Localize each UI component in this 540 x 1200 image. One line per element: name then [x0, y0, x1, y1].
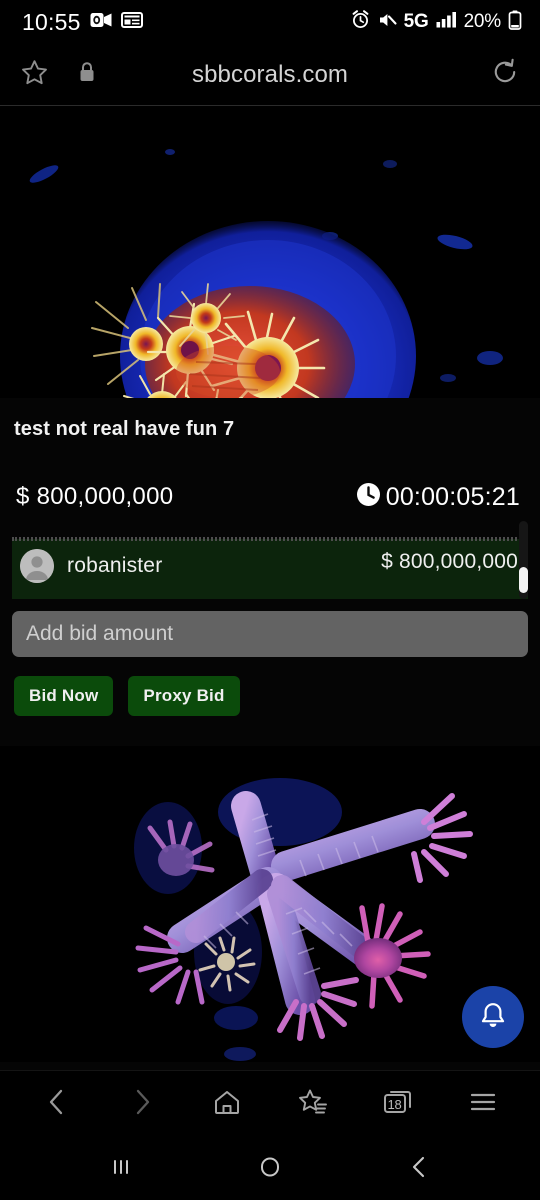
hamburger-menu-icon — [468, 1089, 498, 1118]
bid-row[interactable]: shane admin $ ... — [12, 521, 528, 539]
phone-screen: 10:55 5G 20% sbbcorals.com test not real… — [0, 0, 540, 1200]
alarm-icon — [351, 10, 370, 34]
timer-text: 00:00:05:21 — [385, 482, 520, 511]
android-navigation-bar — [0, 1136, 540, 1200]
bid-history-list[interactable]: shane admin $ ... robanister — [12, 521, 528, 599]
bid-user: robanister — [20, 549, 162, 583]
url-bar-right-controls — [490, 57, 520, 92]
android-recents-button[interactable] — [85, 1142, 157, 1194]
news-app-icon — [120, 11, 143, 34]
network-label: 5G — [403, 11, 429, 32]
listing-card-2: test not real have fun 1 — [0, 762, 540, 1070]
current-price: $ 800,000,000 — [16, 483, 174, 510]
home-icon — [212, 1087, 242, 1120]
battery-percent-label: 20% — [463, 11, 502, 32]
back-chevron-icon — [406, 1153, 432, 1184]
status-bar: 10:55 5G 20% — [0, 0, 540, 44]
bid-row[interactable]: robanister $ 800,000,000 — [12, 539, 528, 599]
price-timer-row: $ 800,000,000 00:00:05:21 — [14, 443, 526, 513]
status-bar-right: 5G 20% — [351, 10, 522, 35]
url-text: sbbcorals.com — [191, 60, 349, 88]
bookmarks-star-icon — [297, 1087, 329, 1120]
android-back-button[interactable] — [383, 1142, 455, 1194]
clock-icon — [355, 481, 382, 513]
lock-icon[interactable] — [77, 60, 97, 89]
browser-menu-button[interactable] — [452, 1077, 514, 1131]
listing-title: test not real have fun 7 — [14, 418, 235, 440]
notifications-fab[interactable] — [462, 986, 524, 1048]
reload-icon[interactable] — [490, 57, 520, 92]
mute-icon — [377, 11, 397, 34]
chevron-left-icon — [44, 1087, 70, 1120]
listing-1-footer-space — [0, 716, 540, 746]
bell-icon — [477, 1000, 509, 1035]
bid-action-buttons: Bid Now Proxy Bid — [0, 657, 540, 716]
listing-separator — [0, 746, 540, 762]
coral-photo-2[interactable] — [0, 762, 540, 1062]
browser-tabs-button[interactable]: 18 — [367, 1077, 429, 1131]
bid-user-name: robanister — [67, 554, 163, 577]
browser-forward-button[interactable] — [111, 1077, 173, 1131]
web-page-content: test not real have fun 7 $ 800,000,000 0… — [0, 106, 540, 1070]
outlook-app-icon — [90, 11, 112, 34]
listing-1-body: test not real have fun 7 $ 800,000,000 0… — [0, 398, 540, 513]
auction-timer: 00:00:05:21 — [355, 481, 520, 513]
chevron-right-icon — [129, 1087, 155, 1120]
signal-bars-icon — [436, 11, 457, 33]
coral-photo-1[interactable] — [0, 106, 540, 491]
browser-back-button[interactable] — [26, 1077, 88, 1131]
status-clock: 10:55 — [22, 8, 81, 35]
bid-list-scrollbar[interactable] — [519, 521, 528, 599]
star-icon[interactable] — [20, 58, 49, 92]
browser-bottom-toolbar: 18 — [0, 1070, 540, 1136]
home-circle-icon — [256, 1153, 284, 1184]
battery-icon — [508, 10, 522, 35]
bid-list-scrollbar-thumb[interactable] — [519, 567, 528, 593]
bid-now-button[interactable]: Bid Now — [14, 676, 114, 716]
url-bar-left-controls — [20, 58, 97, 92]
android-home-button[interactable] — [234, 1142, 306, 1194]
browser-home-button[interactable] — [196, 1077, 258, 1131]
proxy-bid-button[interactable]: Proxy Bid — [128, 676, 240, 716]
recents-icon — [108, 1154, 134, 1183]
status-bar-left: 10:55 — [22, 9, 143, 36]
browser-url-bar: sbbcorals.com — [0, 44, 540, 106]
bid-amount: $ 800,000,000 — [381, 550, 518, 573]
listing-card-1: test not real have fun 7 $ 800,000,000 0… — [0, 106, 540, 746]
tab-count-label: 18 — [387, 1096, 402, 1112]
avatar — [20, 549, 54, 583]
browser-bookmarks-button[interactable] — [282, 1077, 344, 1131]
bid-amount-input[interactable] — [12, 611, 528, 657]
listing-2-body: test not real have fun 1 — [0, 1062, 540, 1070]
